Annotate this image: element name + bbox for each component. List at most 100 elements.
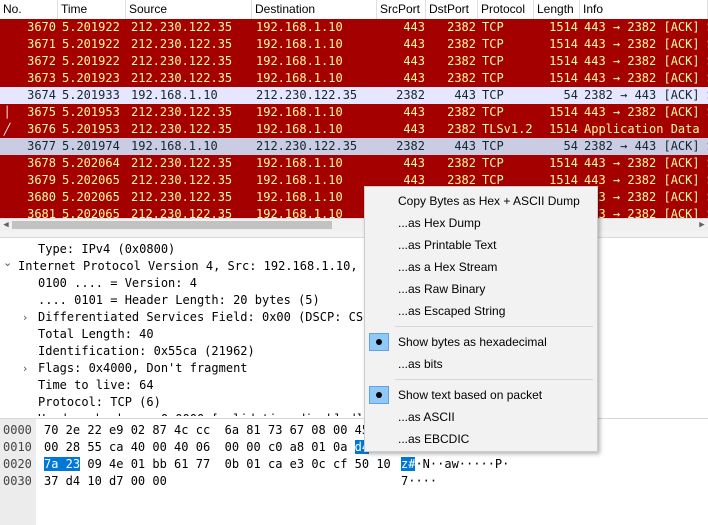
menu-item-label: ...as ASCII [398,410,455,424]
packet-list[interactable]: No. Time Source Destination SrcPort DstP… [0,0,708,218]
scroll-left-icon[interactable]: ◀ [0,219,12,231]
cell-no: 3678 [27,156,56,170]
byte-offset: 0000 [3,423,32,437]
table-row[interactable]: 3677 5.201974 192.168.1.10 212.230.122.35 23… [0,138,708,155]
ascii-plain: ·N··aw·····P· [415,457,510,471]
column-header-source[interactable]: Source [126,0,252,19]
scrollbar-thumb[interactable] [12,221,332,229]
cell-len: 1514 [549,71,578,85]
column-header-protocol[interactable]: Protocol [478,0,534,19]
ascii-bytes[interactable]: z#·N··aw·····P· [401,456,509,473]
column-header-length[interactable]: Length [534,0,580,19]
detail-line[interactable]: .... 0101 = Header Length: 20 bytes (5) [38,292,320,309]
menu-item[interactable]: ...as Raw Binary [365,278,597,300]
table-row[interactable]: 3680 5.202065 212.230.122.35 192.168.1.10 44… [0,189,708,206]
cell-time: 5.201922 [62,37,120,51]
menu-item-label: ...as Escaped String [398,304,506,318]
column-header-time[interactable]: Time [58,0,126,19]
column-header-no[interactable]: No. [0,0,58,19]
table-row[interactable]: 3676 5.201953 212.230.122.35 192.168.1.10 44… [0,121,708,138]
table-row[interactable]: 3679 5.202065 212.230.122.35 192.168.1.10 44… [0,172,708,189]
column-header-srcport[interactable]: SrcPort [377,0,426,19]
menu-item[interactable]: ...as Hex Dump [365,212,597,234]
cell-len: 1514 [549,122,578,136]
cell-no: 3673 [27,71,56,85]
cell-no: 3672 [27,54,56,68]
menu-item[interactable]: Copy Bytes as Hex + ASCII Dump [365,190,597,212]
cell-info: 2382 → 443 [ACK] S [584,139,708,153]
cell-src: 212.230.122.35 [131,54,233,68]
horizontal-scrollbar[interactable]: ◀ ▶ [0,218,708,231]
table-row[interactable]: 3671 5.201922 212.230.122.35 192.168.1.10 44… [0,36,708,53]
cell-time: 5.201922 [62,54,120,68]
cell-src: 212.230.122.35 [131,37,233,51]
table-row[interactable]: 3670 5.201922 212.230.122.35 192.168.1.10 44… [0,19,708,36]
table-row[interactable]: 3673 5.201923 212.230.122.35 192.168.1.10 44… [0,70,708,87]
menu-item-label: Show bytes as hexadecimal [398,335,547,349]
chevron-down-icon[interactable]: ⌄ [3,254,13,271]
detail-line[interactable]: Internet Protocol Version 4, Src: 192.16… [18,258,379,275]
highlighted-ascii[interactable]: z# [401,457,416,471]
menu-item[interactable]: ...as EBCDIC [365,428,597,450]
table-row[interactable]: 3681 5.202065 212.230.122.35 192.168.1.10 44… [0,206,708,218]
hex-plain: 09 4e 01 bb 61 77 0b 01 ca e3 0c cf 50 1… [80,457,391,471]
menu-item[interactable]: ...as Printable Text [365,234,597,256]
menu-item[interactable]: Show text based on packet [365,384,597,406]
scroll-right-icon[interactable]: ▶ [696,219,708,231]
menu-item[interactable]: ...as a Hex Stream [365,256,597,278]
cell-src: 212.230.122.35 [131,156,233,170]
cell-sport: 443 [403,37,425,51]
packet-details[interactable]: Type: IPv4 (0x0800) ⌄ Internet Protocol Ve… [0,238,708,416]
cell-time: 5.201922 [62,20,120,34]
detail-line[interactable]: Time to live: 64 [38,377,154,394]
chevron-right-icon[interactable]: › [23,360,33,377]
menu-item-label: ...as EBCDIC [398,432,470,446]
ascii-bytes[interactable]: 7···· [401,473,437,490]
context-menu[interactable]: Copy Bytes as Hex + ASCII Dump ...as Hex … [364,186,598,452]
table-row[interactable]: 3674 5.201933 192.168.1.10 212.230.122.35 23… [0,87,708,104]
cell-dport: 2382 [447,54,476,68]
column-header-destination[interactable]: Destination [252,0,377,19]
cell-time: 5.201933 [62,88,120,102]
hex-bytes[interactable]: 37 d4 10 d7 00 00 [44,473,167,490]
menu-item[interactable]: ...as ASCII [365,406,597,428]
detail-line[interactable]: Differentiated Services Field: 0x00 (DSC… [38,309,378,326]
menu-item-label: ...as Raw Binary [398,282,486,296]
cell-no: 3680 [27,190,56,204]
cell-sport: 443 [403,105,425,119]
column-header-info[interactable]: Info [580,0,708,19]
detail-line[interactable]: 0100 .... = Version: 4 [38,275,197,292]
hex-bytes[interactable]: 7a 23 09 4e 01 bb 61 77 0b 01 ca e3 0c c… [44,456,391,473]
highlighted-hex[interactable]: 7a 23 [44,457,81,471]
cell-info: 443 → 2382 [ACK] S [584,54,708,68]
menu-item[interactable]: ...as bits [365,353,597,375]
menu-separator [395,326,593,327]
detail-line[interactable]: Total Length: 40 [38,326,154,343]
cell-proto: TCP [482,71,504,85]
menu-item[interactable]: Show bytes as hexadecimal [365,331,597,353]
hex-bytes[interactable]: 00 28 55 ca 40 00 40 06 00 00 c0 a8 01 0… [44,439,370,456]
column-header-dstport[interactable]: DstPort [426,0,478,19]
detail-line[interactable]: Header checksum: 0x0000 [validation disa… [38,411,363,416]
cell-src: 212.230.122.35 [131,20,233,34]
detail-line[interactable]: Identification: 0x55ca (21962) [38,343,255,360]
hex-bytes[interactable]: 70 2e 22 e9 02 87 4c cc 6a 81 73 67 08 0… [44,422,369,439]
table-row[interactable]: 3672 5.201922 212.230.122.35 192.168.1.10 44… [0,53,708,70]
menu-separator [395,379,593,380]
packet-bytes[interactable]: 0000 70 2e 22 e9 02 87 4c cc 6a 81 73 67 … [0,418,708,525]
cell-len: 54 [563,88,578,102]
cell-src: 212.230.122.35 [131,71,233,85]
cell-len: 1514 [549,37,578,51]
detail-line[interactable]: Protocol: TCP (6) [38,394,161,411]
menu-item[interactable]: ...as Escaped String [365,300,597,322]
detail-line[interactable]: Flags: 0x4000, Don't fragment [38,360,248,377]
table-row[interactable]: 3678 5.202064 212.230.122.35 192.168.1.10 44… [0,155,708,172]
detail-line[interactable]: Type: IPv4 (0x0800) [38,241,175,258]
cell-no: 3679 [27,173,56,187]
table-row[interactable]: 3675 5.201953 212.230.122.35 192.168.1.10 44… [0,104,708,121]
cell-proto: TCP [482,105,504,119]
cell-sport: 2382 [396,139,425,153]
chevron-right-icon[interactable]: › [23,309,33,326]
pane-splitter[interactable] [0,231,708,238]
cell-time: 5.202065 [62,207,120,218]
